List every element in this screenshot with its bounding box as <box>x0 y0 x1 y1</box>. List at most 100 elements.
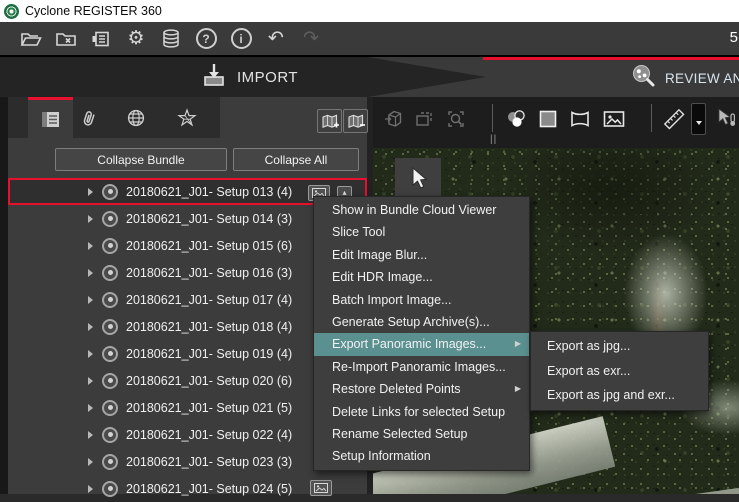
zoom-selection-icon <box>443 106 469 132</box>
remove-bundle-button[interactable] <box>343 109 368 133</box>
toolbar-separator <box>492 104 493 132</box>
panel-tab-strip <box>8 97 367 138</box>
toolbar-drag-handle[interactable]: || <box>490 134 497 145</box>
select-tool-button[interactable] <box>395 158 441 198</box>
tree-row-setup-024[interactable]: 20180621_J01- Setup 024 (5) <box>8 475 367 502</box>
expander-icon[interactable] <box>88 377 93 385</box>
setup-label: 20180621_J01- Setup 016 (3) <box>126 266 292 280</box>
cursor-temperature-icon[interactable] <box>714 106 739 132</box>
expander-icon[interactable] <box>88 188 93 196</box>
submenu-item-export-as-jpg[interactable]: Export as jpg... <box>531 334 708 359</box>
tab-import[interactable]: IMPORT <box>0 57 487 97</box>
setup-label: 20180621_J01- Setup 017 (4) <box>126 293 292 307</box>
expander-icon[interactable] <box>88 215 93 223</box>
cursor-arrow-icon <box>407 166 429 190</box>
left-edge-strip <box>0 97 8 494</box>
setup-icon <box>102 481 118 497</box>
setup-icon <box>102 319 118 335</box>
toolbar-separator <box>651 104 652 132</box>
add-bundle-button[interactable] <box>317 109 342 133</box>
setup-context-menu: Show in Bundle Cloud Viewer Slice Tool E… <box>313 196 530 471</box>
expander-icon[interactable] <box>88 269 93 277</box>
expander-icon[interactable] <box>88 350 93 358</box>
setup-label: 20180621_J01- Setup 014 (3) <box>126 212 292 226</box>
setup-label: 20180621_J01- Setup 020 (6) <box>126 374 292 388</box>
setup-label: 20180621_J01- Setup 019 (4) <box>126 347 292 361</box>
setup-icon <box>102 454 118 470</box>
import-tab-label: IMPORT <box>237 69 298 86</box>
setup-icon <box>102 238 118 254</box>
app-logo-icon <box>4 4 19 19</box>
menu-item-restore-deleted-points[interactable]: Restore Deleted Points ▶ <box>314 378 529 400</box>
menu-item-generate-setup-archives[interactable]: Generate Setup Archive(s)... <box>314 311 529 333</box>
setup-icon <box>102 211 118 227</box>
menu-item-slice-tool[interactable]: Slice Tool <box>314 221 529 243</box>
ruler-dropdown-button[interactable] <box>691 103 706 135</box>
collapse-bundle-button[interactable]: Collapse Bundle <box>55 148 227 171</box>
review-icon <box>630 63 657 95</box>
undo-icon[interactable]: ↶ <box>263 26 289 52</box>
expander-icon[interactable] <box>88 242 93 250</box>
chevron-down-icon <box>696 121 702 125</box>
map-toolbar: || <box>373 97 739 148</box>
expander-icon[interactable] <box>88 404 93 412</box>
setup-label: 20180621_J01- Setup 018 (4) <box>126 320 292 334</box>
setup-icon <box>102 184 118 200</box>
setup-icon <box>102 373 118 389</box>
menu-item-delete-links[interactable]: Delete Links for selected Setup <box>314 401 529 423</box>
setup-icon <box>102 265 118 281</box>
help-icon[interactable]: ? <box>193 26 219 52</box>
import-icon <box>200 61 228 94</box>
setup-icon <box>102 427 118 443</box>
menu-item-show-in-bundle-cloud-viewer[interactable]: Show in Bundle Cloud Viewer <box>314 199 529 221</box>
report-icon[interactable] <box>88 26 114 52</box>
menu-item-export-panoramic-images[interactable]: Export Panoramic Images... ▶ <box>314 333 529 355</box>
extract-view-icon <box>381 106 407 132</box>
setup-icon <box>102 292 118 308</box>
menu-item-setup-information[interactable]: Setup Information <box>314 445 529 467</box>
storage-database-icon[interactable] <box>158 26 184 52</box>
submenu-item-export-as-exr[interactable]: Export as exr... <box>531 359 708 384</box>
tab-review-and-optimize[interactable]: REVIEW AND <box>630 60 739 97</box>
image-view-icon[interactable] <box>601 106 627 132</box>
submenu-arrow-icon: ▶ <box>515 333 521 355</box>
duplicate-view-icon <box>411 106 437 132</box>
menu-item-edit-image-blur[interactable]: Edit Image Blur... <box>314 244 529 266</box>
expander-icon[interactable] <box>88 323 93 331</box>
setup-label: 20180621_J01- Setup 015 (6) <box>126 239 292 253</box>
square-select-icon[interactable] <box>535 106 561 132</box>
menu-item-reimport-panoramic-images[interactable]: Re-Import Panoramic Images... <box>314 356 529 378</box>
expander-icon[interactable] <box>88 485 93 493</box>
menu-item-label: Restore Deleted Points <box>332 382 461 396</box>
tab-attachments[interactable] <box>66 97 111 138</box>
setup-icon <box>102 346 118 362</box>
export-panoramic-submenu: Export as jpg... Export as exr... Export… <box>530 331 709 411</box>
menu-item-rename-selected-setup[interactable]: Rename Selected Setup <box>314 423 529 445</box>
title-bar: Cyclone REGISTER 360 <box>0 0 739 22</box>
open-project-icon[interactable] <box>18 26 44 52</box>
main-toolbar: ⚙ ? i ↶ ↷ <box>0 22 739 55</box>
menu-item-batch-import-image[interactable]: Batch Import Image... <box>314 289 529 311</box>
rgb-colors-icon[interactable] <box>503 106 529 132</box>
menu-item-edit-hdr-image[interactable]: Edit HDR Image... <box>314 266 529 288</box>
expander-icon[interactable] <box>88 458 93 466</box>
tab-web[interactable] <box>113 97 158 138</box>
window-title: Cyclone REGISTER 360 <box>25 4 162 18</box>
submenu-arrow-icon: ▶ <box>515 378 521 400</box>
settings-gear-icon[interactable]: ⚙ <box>123 26 149 52</box>
corner-number: 5 <box>730 29 738 46</box>
setup-label: 20180621_J01- Setup 023 (3) <box>126 455 292 469</box>
setup-icon <box>102 400 118 416</box>
setup-label: 20180621_J01- Setup 013 (4) <box>126 185 292 199</box>
expander-icon[interactable] <box>88 296 93 304</box>
submenu-item-export-as-jpg-and-exr[interactable]: Export as jpg and exr... <box>531 383 708 408</box>
setup-label: 20180621_J01- Setup 024 (5) <box>126 482 292 496</box>
info-icon[interactable]: i <box>228 26 254 52</box>
ruler-icon[interactable] <box>661 106 687 132</box>
collapse-all-button[interactable]: Collapse All <box>233 148 359 171</box>
panorama-view-icon[interactable] <box>567 106 593 132</box>
expander-icon[interactable] <box>88 431 93 439</box>
review-tab-label: REVIEW AND <box>665 71 739 86</box>
tab-constellation[interactable] <box>164 97 209 138</box>
close-project-icon[interactable] <box>53 26 79 52</box>
